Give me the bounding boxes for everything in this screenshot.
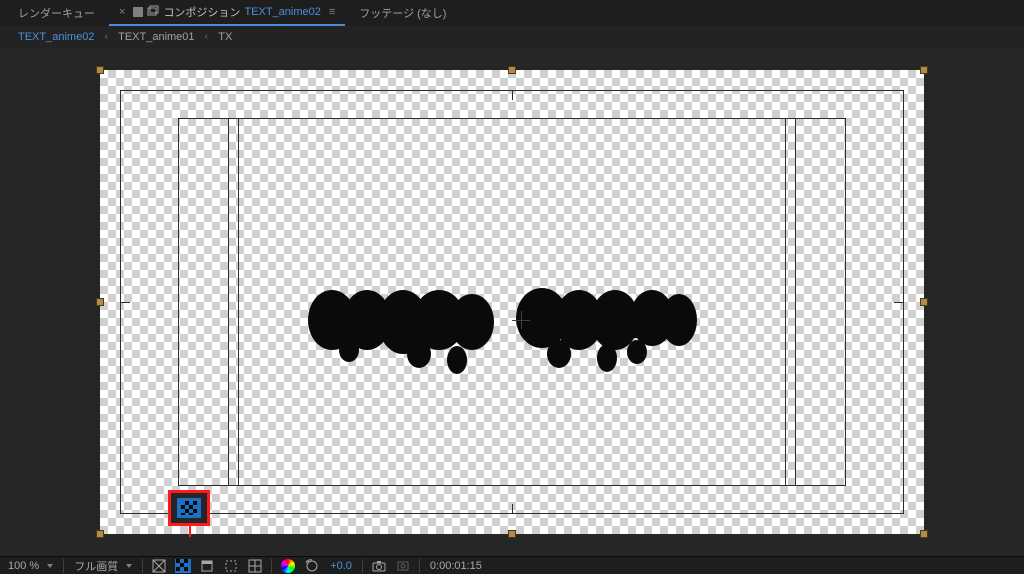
- close-icon[interactable]: ×: [119, 6, 125, 18]
- panel-menu-icon[interactable]: ≡: [329, 6, 335, 18]
- transparency-grid-icon[interactable]: [175, 559, 191, 573]
- tab-comp-name: TEXT_anime02: [244, 6, 320, 18]
- center-tick: [512, 504, 513, 514]
- center-tick: [894, 302, 904, 303]
- mask-visibility-icon[interactable]: [199, 559, 215, 573]
- guide-line: [795, 118, 796, 486]
- chevron-left-icon: ‹: [205, 31, 209, 43]
- resolution-value: フル画質: [74, 558, 118, 574]
- center-tick: [120, 302, 130, 303]
- annotation-pointer: [189, 523, 191, 537]
- transform-handle[interactable]: [96, 298, 104, 306]
- resolution-dropdown[interactable]: フル画質: [72, 558, 134, 574]
- region-of-interest-icon[interactable]: [223, 559, 239, 573]
- crumb-item[interactable]: TEXT_anime01: [110, 29, 202, 45]
- channel-icon[interactable]: [280, 559, 296, 573]
- divider: [142, 559, 143, 573]
- tab-composition[interactable]: × コンポジション TEXT_anime02 ≡: [109, 0, 345, 26]
- colorwheel-icon: [281, 559, 295, 573]
- transform-handle[interactable]: [920, 66, 928, 74]
- tab-label: フッテージ (なし): [359, 5, 446, 21]
- transform-handle[interactable]: [96, 530, 104, 538]
- viewer-status-bar: 100 % フル画質 +0.0 0:00:01:15: [0, 556, 1024, 574]
- transform-handle[interactable]: [920, 530, 928, 538]
- zoom-dropdown[interactable]: 100 %: [6, 560, 55, 572]
- snapshot-icon[interactable]: [371, 559, 387, 573]
- transform-handle[interactable]: [920, 298, 928, 306]
- panel-tabs: レンダーキュー × コンポジション TEXT_anime02 ≡ フッテージ (…: [0, 0, 1024, 26]
- transparency-grid-button[interactable]: [177, 498, 201, 518]
- current-time[interactable]: 0:00:01:15: [428, 560, 484, 572]
- composition-viewer[interactable]: [0, 48, 1024, 556]
- grid-guides-icon[interactable]: [247, 559, 263, 573]
- tab-prefix: コンポジション: [163, 4, 240, 20]
- fast-preview-icon[interactable]: [151, 559, 167, 573]
- divider: [63, 559, 64, 573]
- guide-line: [238, 118, 239, 486]
- crumb-item[interactable]: TX: [210, 29, 240, 45]
- guide-line: [228, 118, 229, 486]
- canvas-wrap: [100, 70, 924, 534]
- comp-layers-icon: [147, 5, 159, 20]
- tab-footage[interactable]: フッテージ (なし): [349, 1, 456, 25]
- zoom-value: 100 %: [8, 560, 39, 572]
- canvas[interactable]: [100, 70, 924, 534]
- chevron-left-icon: ‹: [104, 31, 108, 43]
- exposure-text: +0.0: [330, 560, 352, 572]
- crumb-item[interactable]: TEXT_anime02: [10, 29, 102, 45]
- divider: [419, 559, 420, 573]
- text-layer[interactable]: [307, 280, 717, 380]
- tab-render-queue[interactable]: レンダーキュー: [8, 1, 105, 25]
- comp-stop-icon: [133, 7, 143, 17]
- transparency-grid-icon: [181, 501, 197, 515]
- breadcrumb: TEXT_anime02 ‹ TEXT_anime01 ‹ TX: [0, 26, 1024, 48]
- transform-handle[interactable]: [508, 530, 516, 538]
- timecode-value: 0:00:01:15: [430, 560, 482, 572]
- guide-line: [785, 118, 786, 486]
- divider: [271, 559, 272, 573]
- center-tick: [512, 90, 513, 100]
- tab-label: レンダーキュー: [18, 5, 95, 21]
- transform-handle[interactable]: [96, 66, 104, 74]
- exposure-value[interactable]: +0.0: [328, 560, 354, 572]
- annotation-highlight: [168, 490, 210, 526]
- transform-handle[interactable]: [508, 66, 516, 74]
- reset-exposure-icon[interactable]: [304, 559, 320, 573]
- divider: [362, 559, 363, 573]
- show-snapshot-icon[interactable]: [395, 559, 411, 573]
